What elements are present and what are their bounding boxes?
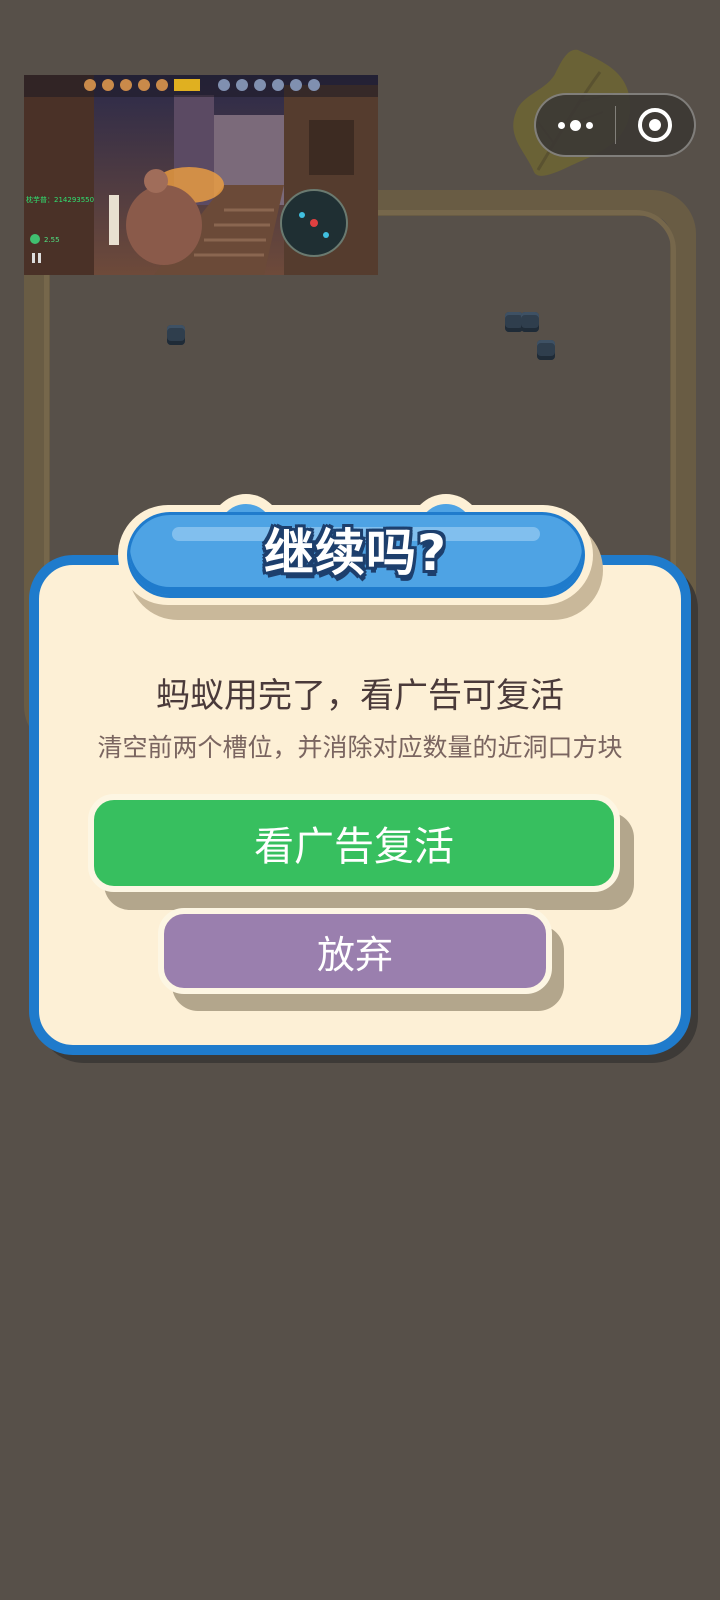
dialog-title: 继续吗? xyxy=(263,524,447,582)
more-dots-icon xyxy=(557,119,593,131)
dialog-detail: 清空前两个槽位，并消除对应数量的近洞口方块 xyxy=(97,733,623,762)
ad-video-preview[interactable]: 枕芋普：214293550 2.55 xyxy=(24,75,378,275)
ad-counter-text: 2.55 xyxy=(44,236,60,244)
miniprogram-capsule xyxy=(534,93,696,157)
close-button[interactable] xyxy=(616,95,695,155)
game-block xyxy=(167,325,185,345)
watch-ad-revive-button[interactable]: 看广告复活 xyxy=(88,794,620,892)
dialog-message: 蚂蚁用完了，看广告可复活 xyxy=(156,676,564,716)
game-block xyxy=(521,312,539,332)
ad-score-text: 枕芋普：214293550 xyxy=(26,195,94,204)
more-button[interactable] xyxy=(536,95,615,155)
game-block xyxy=(537,340,555,360)
dialog-title-banner: 继续吗? xyxy=(118,494,603,620)
target-close-icon xyxy=(637,108,672,142)
give-up-button[interactable]: 放弃 xyxy=(158,908,552,994)
